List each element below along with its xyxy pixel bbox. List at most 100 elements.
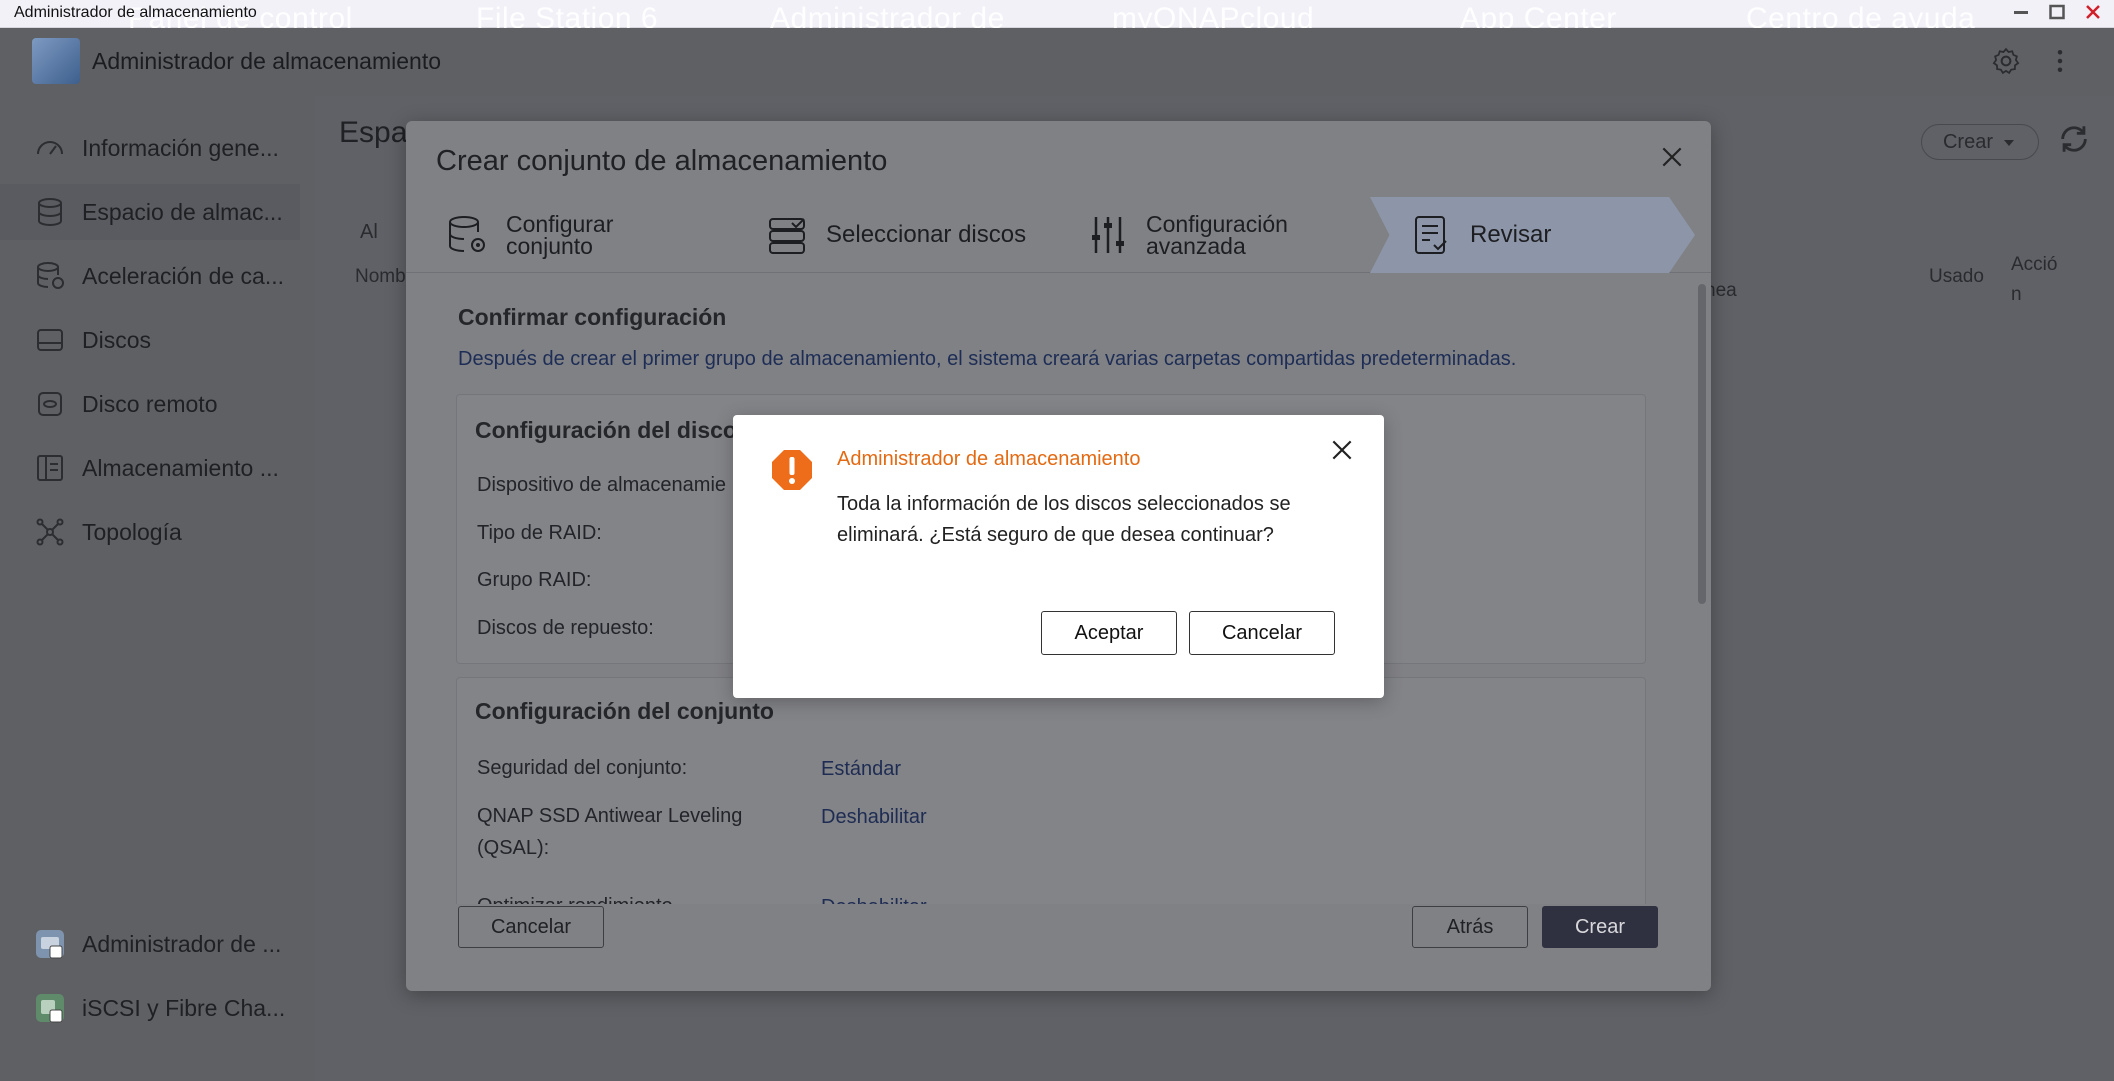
alert-message: Toda la información de los discos selecc… <box>837 493 1291 546</box>
sidebar-item-storage[interactable]: Espacio de almac... <box>0 184 300 240</box>
iscsi-app-icon <box>36 994 64 1023</box>
pool-config-panel: Configuración del conjunto Seguridad del… <box>456 677 1646 904</box>
dialog-title: Crear conjunto de almacenamiento <box>436 145 888 177</box>
qsal-value: Deshabilitar <box>821 806 927 828</box>
create-label: Crear <box>1942 130 1993 153</box>
cache-icon <box>37 262 64 289</box>
row-label: Grupo RAID: <box>477 569 592 591</box>
sliders-icon <box>1092 217 1124 253</box>
row-label: QNAP SSD Antiwear Leveling (QSAL): <box>477 805 743 859</box>
sidebar-item-label: Topología <box>82 518 182 545</box>
ghost-tab: myQNAPcloud <box>1112 2 1315 28</box>
window-title: Administrador de almacenamiento <box>14 4 257 21</box>
cancel-button[interactable]: Cancelar <box>458 906 604 948</box>
accept-button[interactable]: Aceptar <box>1041 611 1177 655</box>
step-label: Configuración avanzada <box>1146 211 1288 259</box>
alert-cancel-button[interactable]: Cancelar <box>1189 611 1335 655</box>
dialog-close-button[interactable] <box>1656 143 1688 175</box>
disk-section-title: Configuración del disco <box>475 417 737 443</box>
performance-value: Deshabilitar <box>821 896 927 904</box>
database-icon <box>38 198 62 227</box>
storage-manager-logo <box>32 38 80 84</box>
window-titlebar: Panel de control File Station 6 Administ… <box>0 0 2114 28</box>
sidebar-item-topology[interactable]: Topología <box>0 504 300 560</box>
ghost-tab: App Center <box>1460 2 1617 28</box>
sidebar-item-iscsi[interactable]: iSCSI y Fibre Cha... <box>0 980 300 1036</box>
row-label: Dispositivo de almacenamie <box>477 474 727 496</box>
column-header-name: Nomb <box>355 266 406 287</box>
dialog-scrollbar[interactable] <box>1696 274 1708 904</box>
ghost-tab: Centro de ayuda <box>1746 2 1976 28</box>
create-dropdown-button[interactable]: Crear <box>1921 124 2039 160</box>
step-select-disks: Seleccionar discos <box>766 197 1066 273</box>
sidebar-item-label: Espacio de almac... <box>82 198 283 225</box>
minimize-icon <box>2014 11 2028 14</box>
vertical-dots-icon <box>2057 50 2063 72</box>
sidebar-item-label: Administrador de ... <box>82 930 282 957</box>
scrollbar-thumb[interactable] <box>1698 284 1706 604</box>
step-label: Revisar <box>1470 221 1552 248</box>
close-icon <box>1332 440 1352 460</box>
back-button[interactable]: Atrás <box>1412 906 1528 948</box>
more-options-button[interactable] <box>2044 46 2076 78</box>
refresh-icon <box>2061 126 2087 152</box>
sidebar-item-app-shortcut[interactable]: Administrador de ... <box>0 916 300 972</box>
sidebar-item-label: Aceleración de ca... <box>82 262 285 289</box>
step-label: Seleccionar discos <box>826 221 1027 248</box>
step-configure-pool: Configurar conjunto <box>446 197 746 273</box>
column-header-used: Usado <box>1929 266 1984 287</box>
page-title: Espa <box>339 116 408 149</box>
confirm-note: Después de crear el primer grupo de alma… <box>458 348 1517 370</box>
confirm-alert-dialog: Administrador de almacenamiento Toda la … <box>733 415 1384 698</box>
sidebar-item-disks[interactable]: Discos <box>0 312 300 368</box>
close-window-button[interactable] <box>2082 3 2104 25</box>
app-header: Administrador de almacenamiento <box>0 28 2114 96</box>
wizard-steps: Configurar conjunto Seleccionar discos Co… <box>406 197 1711 273</box>
sidebar: Información gene... Espacio de almac... … <box>0 96 315 1081</box>
remote-disk-icon <box>38 392 62 416</box>
gear-icon <box>1992 47 2020 75</box>
topology-icon <box>36 518 64 546</box>
sidebar-item-overview[interactable]: Información gene... <box>0 120 300 176</box>
step-advanced-settings: Configuración avanzada <box>1086 197 1386 273</box>
sidebar-item-external-storage[interactable]: Almacenamiento ... <box>0 440 300 496</box>
ghost-tab: File Station 6 <box>476 2 659 28</box>
clipboard-check-icon <box>1415 216 1447 254</box>
alert-close-button[interactable] <box>1329 437 1359 467</box>
disk-icon <box>37 329 63 351</box>
app-title: Administrador de almacenamiento <box>92 48 442 74</box>
warning-icon <box>772 450 812 490</box>
step-label: Configurar conjunto <box>506 211 614 259</box>
pool-security-value: Estándar <box>821 758 902 780</box>
sidebar-item-label: Disco remoto <box>82 390 218 417</box>
content-tab[interactable]: Al <box>360 221 378 244</box>
minimize-button[interactable] <box>2010 3 2032 25</box>
sidebar-item-label: iSCSI y Fibre Cha... <box>82 994 286 1021</box>
row-label: Discos de repuesto: <box>477 617 654 639</box>
sidebar-item-label: Discos <box>82 326 152 353</box>
sidebar-item-remote-disk[interactable]: Disco remoto <box>0 376 300 432</box>
sidebar-item-cache[interactable]: Aceleración de ca... <box>0 248 300 304</box>
disk-check-icon <box>769 218 805 254</box>
sidebar-item-label: Información gene... <box>82 134 279 161</box>
database-gear-icon <box>449 216 485 252</box>
refresh-button[interactable] <box>2057 122 2091 165</box>
step-review: Revisar <box>1370 197 1695 273</box>
maximize-button[interactable] <box>2046 3 2068 25</box>
app-shortcut-icon <box>36 930 64 959</box>
close-icon <box>2086 5 2100 19</box>
external-storage-icon <box>37 455 63 481</box>
pool-section-title: Configuración del conjunto <box>475 698 774 724</box>
background-app-tabs: Panel de control File Station 6 Administ… <box>0 0 2114 28</box>
row-label: Optimizar rendimiento <box>477 890 673 904</box>
row-label: Seguridad del conjunto: <box>477 757 688 779</box>
settings-button[interactable] <box>1990 46 2022 78</box>
sidebar-item-label: Almacenamiento ... <box>82 454 279 481</box>
maximize-icon <box>2049 4 2065 20</box>
ghost-tab: Administrador de <box>770 2 1005 28</box>
create-button[interactable]: Crear <box>1542 906 1658 948</box>
row-label: Tipo de RAID: <box>477 522 602 544</box>
dashboard-icon <box>37 141 63 155</box>
confirm-title: Confirmar configuración <box>458 304 727 330</box>
close-icon <box>1662 147 1682 167</box>
